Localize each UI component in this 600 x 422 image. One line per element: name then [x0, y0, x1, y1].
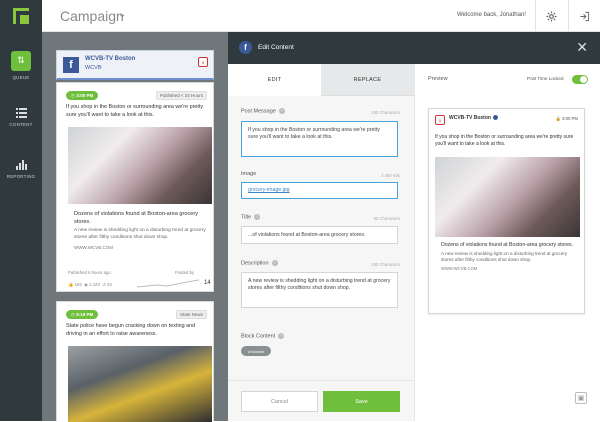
tab-edit[interactable]: EDIT — [228, 64, 321, 96]
cancel-button[interactable]: Cancel — [241, 391, 318, 412]
channel-handle: WCVB — [85, 65, 102, 71]
post-message: If you shop in the Boston or surrounding… — [66, 104, 204, 118]
likes-count: 184 — [74, 282, 82, 287]
link-title: Dozens of violations found at Boston-are… — [74, 211, 199, 225]
post-message-count: 150 Characters — [371, 110, 400, 115]
content-list-icon — [15, 107, 27, 118]
title-field[interactable]: ...of violations found at Boston-area gr… — [241, 226, 398, 244]
post-time: 3:00 PM — [76, 93, 94, 98]
block-content-label: Block Content? — [241, 333, 285, 340]
edit-tabs: EDIT REPLACE — [228, 64, 414, 96]
logout-icon[interactable] — [568, 0, 600, 32]
posted-by-label: Posted by — [175, 270, 195, 275]
channel-header: f WCVB-TV Boston WCVB 5 — [56, 50, 214, 80]
sidebar-item-queue[interactable]: ⇅ QUEUE — [0, 42, 42, 88]
preview-link-url: WWW.WCVB.COM — [441, 266, 478, 271]
tab-replace[interactable]: REPLACE — [321, 64, 414, 96]
preview-card: 5 WCVB-TV Boston 🔒 3:00 PM If you shop i… — [428, 108, 585, 314]
description-count: 150 Characters — [371, 262, 400, 267]
preview-time: 🔒 3:00 PM — [555, 116, 578, 121]
post-time-badge[interactable]: ◷ 5:19 PM — [66, 310, 99, 319]
post-time-badge[interactable]: ◷ 3:00 PM — [66, 91, 99, 100]
queue-column: f WCVB-TV Boston WCVB 5 ◷ 3:00 PM Publis… — [42, 32, 228, 422]
post-message-field[interactable]: If you shop in the Boston or surrounding… — [241, 121, 398, 157]
station-logo-icon: 5 — [198, 57, 208, 67]
post-stats: 👍 184 ◉ 1,420 ↺ 23 — [68, 282, 112, 288]
edit-content-panel: f Edit Content ✕ EDIT REPLACE Post Messa… — [228, 32, 600, 421]
bar-chart-icon — [15, 159, 27, 170]
image-label: Image — [241, 171, 257, 177]
preview-link-title: Dozens of violations found at Boston-are… — [441, 242, 574, 248]
verified-icon — [492, 115, 498, 121]
engagement-sparkline — [137, 279, 199, 288]
engagement-total: 14 — [204, 280, 211, 286]
help-icon[interactable]: ? — [254, 214, 261, 220]
preview-channel-name: WCVB-TV Boston — [449, 115, 498, 121]
save-button[interactable]: Save — [323, 391, 400, 412]
settings-gear-icon[interactable] — [535, 0, 567, 32]
link-description: A new review is shedding light on a dist… — [74, 228, 206, 240]
panel-footer: Cancel Save — [228, 380, 414, 421]
post-time: 5:19 PM — [76, 312, 94, 317]
sidebar: ⇅ QUEUE CONTENT REPORTING — [0, 32, 42, 421]
post-message-label: Post Message? — [241, 108, 285, 115]
description-field[interactable]: A new review is shedding light on a dist… — [241, 272, 398, 308]
title-label: Title? — [241, 214, 261, 221]
queue-post-card[interactable]: ◷ 5:19 PM State News State police have b… — [56, 301, 214, 422]
preview-message: If you shop in the Boston or surrounding… — [435, 134, 574, 147]
app-logo[interactable] — [0, 0, 42, 32]
sidebar-item-label: QUEUE — [12, 74, 30, 80]
welcome-text: Welcome back, Jonathan! — [457, 12, 526, 18]
queue-post-card[interactable]: ◷ 3:00 PM Published < 24 Hours If you sh… — [56, 82, 214, 292]
preview-pane: Preview Post Time Locked 5 WCVB-TV Bosto… — [414, 64, 600, 421]
edit-form: Post Message? 150 Characters If you shop… — [228, 96, 414, 380]
sidebar-item-content[interactable]: CONTENT — [0, 94, 42, 140]
queue-icon: ⇅ — [11, 50, 31, 71]
sidebar-item-label: CONTENT — [9, 121, 33, 127]
campaign-title[interactable]: Campaign — [60, 8, 124, 24]
post-image — [68, 346, 212, 422]
status-badge: Published < 24 Hours — [155, 91, 207, 100]
shares-count: 23 — [107, 282, 112, 287]
chevron-down-icon[interactable]: ⌄ — [118, 9, 126, 20]
station-logo-icon: 5 — [435, 115, 445, 125]
published-time: Published 6 hours ago — [68, 270, 111, 275]
status-badge: State News — [175, 310, 207, 319]
description-label: Description? — [241, 260, 278, 267]
image-size: 2,460 Kbs — [381, 173, 400, 178]
help-icon[interactable]: ? — [278, 108, 285, 114]
help-icon[interactable]: ? — [278, 333, 285, 339]
block-content-toggle[interactable]: Unlocked — [241, 346, 271, 356]
facebook-icon: f — [63, 57, 79, 73]
channel-name: WCVB-TV Boston — [85, 56, 136, 62]
close-icon[interactable]: ✕ — [576, 39, 588, 56]
preview-label: Preview — [428, 76, 448, 82]
shares-icon: ↺ — [102, 282, 106, 287]
fullscreen-icon[interactable]: ▣ — [575, 392, 587, 404]
likes-icon: 👍 — [68, 282, 74, 287]
help-icon[interactable]: ? — [271, 260, 278, 266]
facebook-icon: f — [239, 41, 252, 54]
preview-link-description: A new review is shedding light on a dist… — [441, 251, 568, 262]
post-time-locked-toggle[interactable] — [572, 75, 588, 84]
panel-header: f Edit Content ✕ — [228, 32, 600, 64]
sidebar-item-reporting[interactable]: REPORTING — [0, 146, 42, 192]
post-time-locked-label: Post Time Locked — [527, 76, 564, 81]
logo-mark-icon — [13, 8, 29, 24]
preview-image — [435, 157, 580, 237]
title-count: 60 Characters — [373, 216, 400, 221]
views-count: 1,420 — [89, 282, 100, 287]
sidebar-item-label: REPORTING — [6, 173, 36, 179]
top-bar: Campaign ⌄ Welcome back, Jonathan! — [0, 0, 600, 32]
post-image — [68, 127, 212, 204]
panel-title: Edit Content — [258, 44, 294, 51]
image-file-link[interactable]: grocery-image.jpg — [241, 182, 398, 199]
post-message: State police have begun cracking down on… — [66, 323, 196, 337]
views-icon: ◉ — [84, 282, 88, 287]
link-url: WWW.WCVB.COM — [74, 245, 113, 250]
